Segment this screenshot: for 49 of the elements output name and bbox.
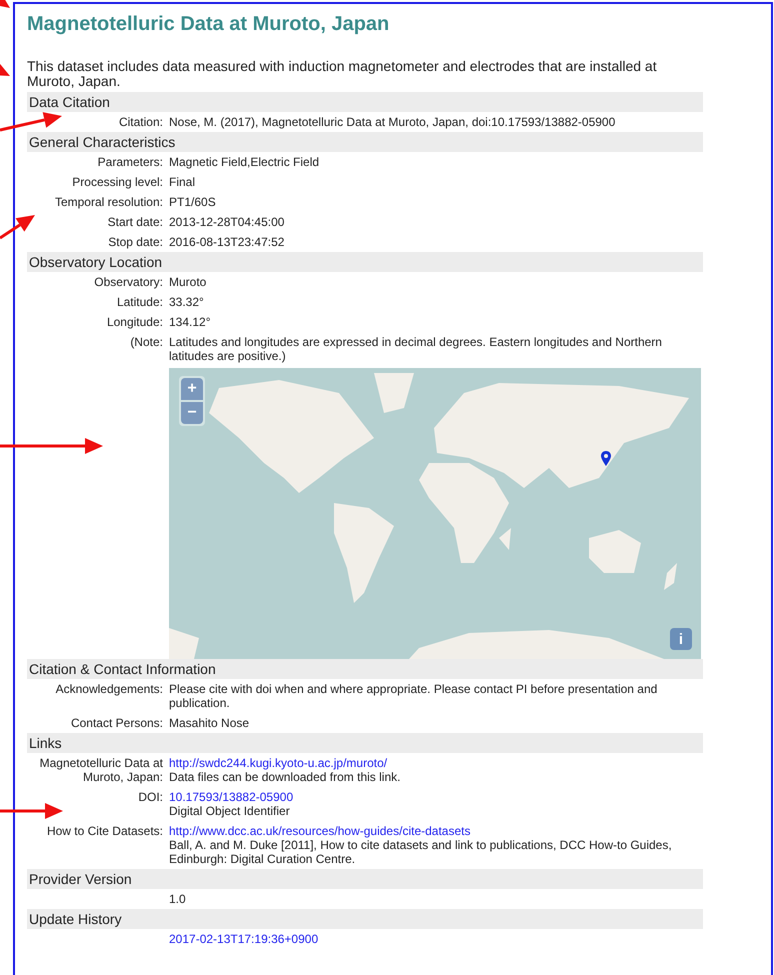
- field-label: Magnetotelluric Data at Muroto, Japan:: [40, 756, 163, 784]
- field-label: DOI:: [138, 790, 163, 804]
- annotation-arrow: [0, 112, 62, 132]
- field-label: Observatory:: [94, 275, 163, 289]
- section-header: Observatory Location: [27, 252, 703, 272]
- map-pin-icon: [601, 451, 611, 466]
- section-header: General Characteristics: [27, 132, 703, 152]
- link[interactable]: 2017-02-13T17:19:36+0900: [169, 932, 318, 946]
- field-value: Please cite with doi when and where appropriate. Please contact PI before presentation and publication.: [169, 682, 658, 710]
- field-value: Muroto: [169, 275, 208, 289]
- section-header: Data Citation: [27, 92, 703, 112]
- field-value: PT1/60S: [169, 195, 217, 209]
- field-value: Final: [169, 175, 196, 189]
- field-label: Acknowledgements:: [56, 682, 163, 696]
- field-label: Stop date:: [108, 235, 163, 249]
- field-value: Ball, A. and M. Duke [2011], How to cite datasets and link to publications, DCC How-to Guides, Edinburgh: Digital Curation Centre.: [169, 838, 673, 866]
- field-value: Data files can be downloaded from this link.: [169, 770, 402, 784]
- annotation-arrow: [0, 803, 63, 819]
- field-label: Citation:: [118, 115, 163, 129]
- intro-text: This dataset includes data measured with induction magnetometer and electrodes that are installed at Muroto, Japan.: [27, 59, 658, 89]
- field-value: 1.0: [169, 892, 187, 906]
- field-label: Start date:: [108, 215, 163, 229]
- field-label: Temporal resolution:: [54, 195, 163, 209]
- field-value: 2016-08-13T23:47:52: [169, 235, 286, 249]
- field-label: Contact Persons:: [70, 716, 163, 730]
- field-label: Latitude:: [116, 295, 163, 309]
- annotation-arrow: [0, 215, 35, 240]
- field-value: Magnetic Field,Electric Field: [169, 155, 320, 169]
- field-value: Digital Object Identifier: [169, 804, 291, 818]
- field-value: 134.12°: [169, 315, 212, 329]
- section-header: Links: [27, 733, 703, 753]
- link[interactable]: http://www.dcc.ac.uk/resources/how-guides/cite-datasets: [169, 824, 470, 838]
- field-value: Nose, M. (2017), Magnetotelluric Data at Muroto, Japan, doi:10.17593/13882-05900: [169, 115, 616, 129]
- section-header: Provider Version: [27, 869, 703, 889]
- section-header: Update History: [27, 909, 703, 929]
- section-header: Citation & Contact Information: [27, 659, 703, 679]
- field-value: Masahito Nose: [169, 716, 250, 730]
- field-label: How to Cite Datasets:: [46, 824, 163, 838]
- field-label: Parameters:: [98, 155, 163, 169]
- field-value: 2013-12-28T04:45:00: [169, 215, 286, 229]
- link[interactable]: http://swdc244.kugi.kyoto-u.ac.jp/muroto/: [169, 756, 388, 770]
- link[interactable]: 10.17593/13882-05900: [169, 790, 294, 804]
- annotation-arrow: [0, 0, 10, 8]
- page-title: Magnetotelluric Data at Muroto, Japan: [27, 12, 390, 37]
- field-value: 33.32°: [169, 295, 205, 309]
- field-value: Latitudes and longitudes are expressed in decimal degrees. Eastern longitudes and Northern latitudes are positive.): [169, 335, 663, 363]
- field-label: Longitude:: [106, 315, 163, 329]
- field-label: (Note:: [130, 335, 163, 349]
- field-label: Processing level:: [72, 175, 163, 189]
